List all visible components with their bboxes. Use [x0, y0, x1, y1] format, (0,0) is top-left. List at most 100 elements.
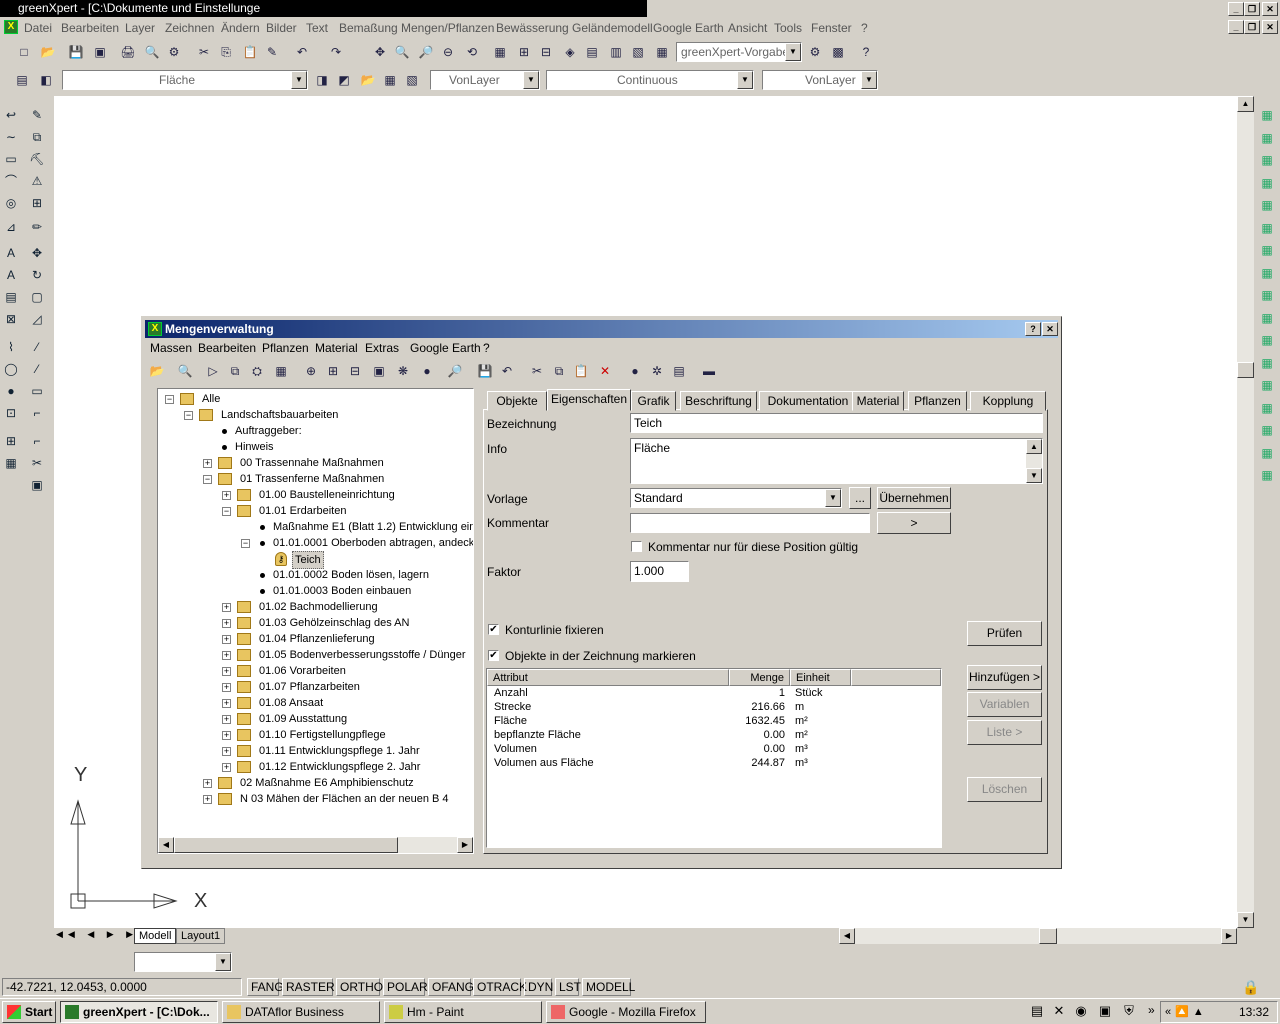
toggle-otrack[interactable]: OTRACK	[473, 978, 527, 996]
column-header-einheit[interactable]: Einheit	[790, 669, 851, 686]
help-button[interactable]: ?	[1025, 322, 1041, 336]
modify-tool-icon[interactable]: ⊞	[28, 194, 46, 212]
expand-icon[interactable]: +	[203, 459, 212, 468]
tree-scroll-thumb[interactable]	[174, 837, 398, 853]
menu-tools[interactable]: Tools	[774, 21, 802, 35]
draw-tool-icon[interactable]: ⌇	[2, 338, 20, 356]
dialog-menu-material[interactable]: Material	[315, 341, 358, 355]
menu-bilder[interactable]: Bilder	[266, 21, 297, 35]
draw-tool-icon[interactable]: ⊿	[2, 218, 20, 236]
add-sub-icon[interactable]: ⊞	[324, 361, 342, 381]
expand-icon[interactable]: +	[222, 699, 231, 708]
markup-icon[interactable]: ▤	[582, 42, 602, 62]
expand-icon[interactable]: +	[222, 635, 231, 644]
chevron-down-icon[interactable]: ▼	[291, 71, 307, 89]
expand-icon[interactable]: +	[222, 667, 231, 676]
green-tool-icon[interactable]: ▦	[1258, 444, 1276, 462]
green-tool-icon[interactable]: ▦	[1258, 129, 1276, 147]
tree-item[interactable]: +01.10 Fertigstellungpflege	[158, 727, 473, 743]
doc-close-button[interactable]: ✕	[1262, 20, 1278, 34]
vorlage-browse-button[interactable]: ...	[849, 487, 871, 509]
toggle-ortho[interactable]: ORTHO	[336, 978, 383, 996]
chevron-down-icon[interactable]: ▼	[737, 71, 753, 89]
tree-item[interactable]: +01.09 Ausstattung	[158, 711, 473, 727]
toggle-fang[interactable]: FANG	[247, 978, 284, 996]
save-icon[interactable]: 💾	[66, 42, 86, 62]
green-tool-icon[interactable]: ▦	[1258, 286, 1276, 304]
dialog-close-button[interactable]: ✕	[1042, 322, 1058, 336]
expand-icon[interactable]: +	[222, 683, 231, 692]
lineweight-combo[interactable]: VonLayer ▼	[762, 70, 878, 90]
bezeichnung-field[interactable]: Teich	[630, 413, 1043, 433]
draw-tool-icon[interactable]: ▤	[2, 288, 20, 306]
properties-icon[interactable]: ▦	[490, 42, 510, 62]
tree-item[interactable]: +01.04 Pflanzenlieferung	[158, 631, 473, 647]
loeschen-button[interactable]: Löschen	[967, 777, 1042, 802]
dialog-menu-google-earth[interactable]: Google Earth	[410, 341, 481, 355]
menu-datei[interactable]: Datei	[24, 21, 52, 35]
publish-icon[interactable]: ⚙	[164, 42, 184, 62]
info-field[interactable]: Fläche ▲ ▼	[630, 438, 1043, 484]
expand-icon[interactable]: +	[222, 747, 231, 756]
match-icon[interactable]: ✎	[262, 42, 282, 62]
draw-tool-icon[interactable]: ⌒	[2, 172, 20, 190]
tab-objekte[interactable]: Objekte	[487, 391, 547, 411]
calc-icon[interactable]: ▧	[628, 42, 648, 62]
modify-tool-icon[interactable]: ▭	[28, 382, 46, 400]
draw-tool-icon[interactable]: A	[2, 266, 20, 284]
add-icon[interactable]: ⊕	[302, 361, 320, 381]
green-tool-icon[interactable]: ▦	[1258, 219, 1276, 237]
doc-minimize-button[interactable]: _	[1228, 20, 1244, 34]
plant-icon[interactable]: ❋	[394, 361, 412, 381]
tree-item[interactable]: ⚷ Teich	[158, 551, 473, 569]
layer-manager-icon[interactable]: ▤	[12, 70, 32, 90]
toggle-raster[interactable]: RASTER	[282, 978, 335, 996]
tree-item[interactable]: − 01.01.0001 Oberboden abtragen, andeck	[158, 535, 473, 551]
green-tool-icon[interactable]: ▦	[1258, 354, 1276, 372]
scroll-down-button[interactable]: ▼	[1237, 912, 1254, 928]
layer-iso-icon[interactable]: ▦	[380, 70, 400, 90]
toggle-polar[interactable]: POLAR	[383, 978, 428, 996]
tab-material[interactable]: Material	[852, 391, 904, 411]
cut-icon[interactable]: ✂	[194, 42, 214, 62]
expand-tray-icon[interactable]: »	[1148, 1003, 1155, 1017]
tree-item[interactable]: − Alle	[158, 391, 473, 407]
start-button[interactable]: Start	[2, 1001, 56, 1023]
expand-icon[interactable]: +	[203, 779, 212, 788]
chevron-down-icon[interactable]: ▼	[523, 71, 539, 89]
sheet-set-icon[interactable]: ◈	[560, 42, 580, 62]
modify-tool-icon[interactable]: ⌐	[28, 432, 46, 450]
menu-fenster[interactable]: Fenster	[811, 21, 852, 35]
draw-tool-icon[interactable]: ⊡	[2, 404, 20, 422]
variablen-button[interactable]: Variablen	[967, 692, 1042, 717]
table-row[interactable]: Strecke 216.66 m	[487, 701, 941, 715]
faktor-field[interactable]: 1.000	[630, 561, 689, 582]
tab-grafik[interactable]: Grafik	[631, 391, 676, 411]
tree-item[interactable]: Maßnahme E1 (Blatt 1.2) Entwicklung ein	[158, 519, 473, 535]
modify-tool-icon[interactable]: ⧉	[28, 128, 46, 146]
draw-tool-icon[interactable]: ◎	[2, 194, 20, 212]
menu-layer[interactable]: Layer	[125, 21, 155, 35]
layer-state-icon[interactable]: ◧	[36, 70, 56, 90]
dialog-menu-bearbeiten[interactable]: Bearbeiten	[198, 341, 256, 355]
menu-mengen-pflanzen[interactable]: Mengen/Pflanzen	[401, 21, 494, 35]
linetype-combo[interactable]: Continuous ▼	[546, 70, 754, 90]
expand-icon[interactable]: +	[222, 619, 231, 628]
grid-icon[interactable]: ▦	[272, 361, 290, 381]
document-icon[interactable]: X	[4, 20, 18, 34]
pruefen-button[interactable]: Prüfen	[967, 621, 1042, 646]
open-icon[interactable]: 📂	[38, 42, 58, 62]
zoom-icon[interactable]: 🔍	[392, 42, 412, 62]
tree-item[interactable]: + N 03 Mähen der Flächen an der neuen B 4	[158, 791, 473, 807]
copy-icon[interactable]: ⎘	[216, 42, 236, 62]
doc-restore-button[interactable]: ❐	[1244, 20, 1260, 34]
menu-bema-ung[interactable]: Bemaßung	[339, 21, 398, 35]
menu-zeichnen[interactable]: Zeichnen	[165, 21, 214, 35]
tree-item[interactable]: +01.11 Entwicklungspflege 1. Jahr	[158, 743, 473, 759]
uebernehmen-button[interactable]: Übernehmen	[877, 487, 951, 509]
tree-item[interactable]: +01.02 Bachmodellierung	[158, 599, 473, 615]
tab-eigenschaften[interactable]: Eigenschaften	[547, 389, 631, 411]
liste-button[interactable]: Liste >	[967, 720, 1042, 745]
green-tool-icon[interactable]: ▦	[1258, 309, 1276, 327]
draw-tool-icon[interactable]: ⊠	[2, 310, 20, 328]
